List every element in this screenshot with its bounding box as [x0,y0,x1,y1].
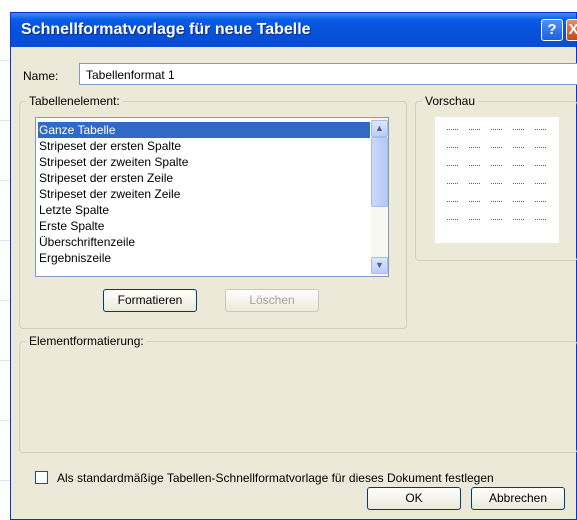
list-item[interactable]: Letzte Spalte [38,202,109,218]
table-element-listbox[interactable]: Ganze Tabelle Stripeset der ersten Spalt… [35,117,389,277]
scrollbar-thumb[interactable] [371,137,388,207]
preview-cell [469,147,480,150]
preview-cell [491,219,502,222]
preview-cell [447,201,458,204]
element-formatting-label: Elementformatierung: [26,334,147,348]
preview-cell [447,147,458,150]
chevron-up-icon[interactable]: ▲ [371,120,388,137]
table-quickstyle-dialog: Schnellformatvorlage für neue Tabelle ? … [10,12,577,520]
preview-cell [491,147,502,150]
preview-cell [469,219,480,222]
ok-button[interactable]: OK [367,487,461,510]
list-item[interactable]: Erste Spalte [38,218,104,234]
default-style-checkbox[interactable] [35,471,48,484]
element-formatting-group: Elementformatierung: [19,334,577,453]
name-label: Name: [23,69,59,83]
preview-cell [447,165,458,168]
list-item[interactable]: Stripeset der ersten Spalte [38,138,181,154]
preview-cell [535,219,546,222]
preview-cell [513,219,524,222]
preview-table [435,117,559,243]
title-bar: Schnellformatvorlage für neue Tabelle ? … [11,13,577,47]
preview-cell [535,183,546,186]
list-item[interactable]: Ergebniszeile [38,250,111,266]
table-element-label: Tabellenelement: [26,94,123,108]
preview-cell [513,147,524,150]
delete-button[interactable]: Löschen [225,289,319,312]
preview-cell [513,129,524,132]
preview-cell [535,129,546,132]
preview-cell [491,183,502,186]
preview-cell [469,165,480,168]
name-input-value: Tabellenformat 1 [86,68,175,82]
listbox-scrollbar[interactable]: ▲ ▼ [371,118,388,276]
name-input[interactable]: Tabellenformat 1 [79,63,577,85]
preview-cell [535,201,546,204]
list-item[interactable]: Stripeset der ersten Zeile [38,170,173,186]
dialog-title: Schnellformatvorlage für neue Tabelle [21,21,311,38]
list-item-selected[interactable]: Ganze Tabelle [38,122,370,138]
cancel-button[interactable]: Abbrechen [471,487,565,510]
list-item[interactable]: Überschriftenzeile [38,234,135,250]
preview-cell [447,129,458,132]
preview-cell [469,183,480,186]
preview-cell [535,147,546,150]
preview-cell [469,129,480,132]
help-icon[interactable]: ? [541,19,563,41]
list-item[interactable]: Stripeset der zweiten Zeile [38,186,180,202]
preview-cell [513,201,524,204]
preview-cell [447,219,458,222]
preview-cell [491,201,502,204]
format-button[interactable]: Formatieren [103,289,197,312]
preview-cell [469,201,480,204]
preview-cell [513,183,524,186]
list-item[interactable]: Stripeset der zweiten Spalte [38,154,188,170]
chevron-down-icon[interactable]: ▼ [371,257,388,274]
preview-cell [491,165,502,168]
default-style-checkbox-label[interactable]: Als standardmäßige Tabellen-Schnellforma… [57,471,494,485]
preview-cell [447,183,458,186]
preview-cell [535,165,546,168]
preview-label: Vorschau [422,94,479,108]
preview-cell [513,165,524,168]
preview-cell [491,129,502,132]
close-icon[interactable]: X [566,19,577,41]
